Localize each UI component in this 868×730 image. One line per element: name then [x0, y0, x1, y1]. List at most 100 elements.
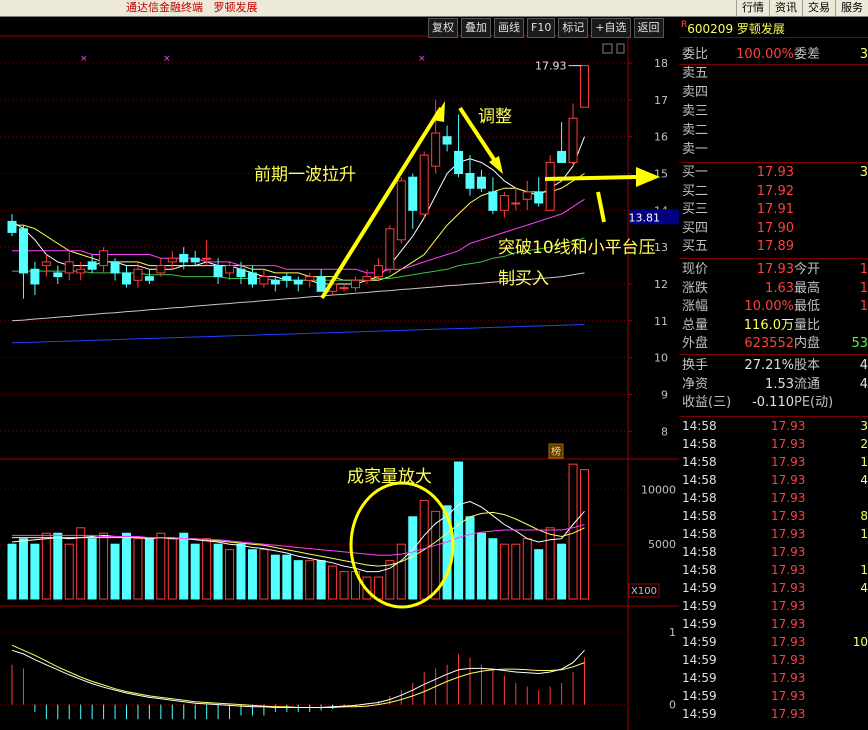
volume-bar	[339, 571, 349, 600]
volume-bar	[7, 543, 17, 600]
volume-tick-label: 10000	[641, 483, 676, 496]
buy-level-2: 买二 17.92	[681, 183, 868, 201]
candle	[64, 250, 74, 281]
volume-bar	[476, 532, 486, 600]
sell-label: 卖四	[682, 85, 709, 100]
candle	[408, 173, 418, 229]
draw-line-button[interactable]: 画线	[494, 18, 524, 38]
sell-level-2: 卖二	[681, 122, 868, 140]
buy-level-4: 买四 17.90	[681, 220, 868, 238]
price-tick-label: 18	[654, 57, 668, 70]
tick-row: 14:58 17.93 8	[681, 507, 868, 525]
high-price-marker: 17.93	[535, 60, 567, 73]
breakout-arrow	[544, 175, 639, 181]
volume-bar	[179, 532, 189, 600]
tick-row: 14:59 17.93	[681, 651, 868, 669]
volume-bar	[76, 527, 86, 600]
candle-body	[511, 202, 521, 205]
tick-row: 14:58 17.93 1	[681, 561, 868, 579]
tick-row: 14:58 17.93 4	[681, 471, 868, 489]
candle-body	[144, 276, 154, 281]
candle-body	[282, 276, 292, 281]
tick-row: 14:58 17.93	[681, 543, 868, 561]
candle-body	[293, 279, 303, 285]
candle	[373, 258, 383, 281]
menu-quotes[interactable]: 行情	[736, 0, 769, 16]
annotation-breakout: 突破10线和小平台压	[498, 238, 656, 258]
candle-body	[225, 265, 235, 274]
volume-bar	[465, 516, 475, 600]
volume-unit-label: X100	[631, 586, 657, 597]
stat2-label: 换手	[682, 358, 709, 373]
tick-row: 14:59 17.93	[681, 597, 868, 615]
stat-label-2: 最高	[794, 280, 821, 296]
tick-volume: 10	[852, 635, 868, 649]
tick-row: 14:58 17.93 3	[681, 417, 868, 435]
volume-bar	[30, 543, 40, 600]
volume-ma-line-2	[12, 524, 585, 556]
buy-price: 17.92	[756, 183, 794, 199]
overlay-button[interactable]: 叠加	[461, 18, 491, 38]
candle	[339, 283, 349, 292]
buy-label: 买二	[682, 183, 709, 199]
event-marker: ×	[80, 54, 88, 64]
stat2-value: 1.53	[765, 376, 794, 392]
macd-line-0	[11, 644, 585, 708]
stat2-value-2: 4	[859, 376, 868, 392]
menu-news[interactable]: 资讯	[769, 0, 802, 16]
tick-price: 17.93	[771, 617, 806, 631]
tick-time: 14:59	[682, 671, 717, 685]
back-button[interactable]: 返回	[633, 18, 664, 38]
tick-time: 14:59	[682, 617, 717, 631]
candle	[190, 250, 200, 266]
tick-row: 14:59 17.93	[681, 615, 868, 633]
stat-value: 623552	[744, 336, 794, 351]
candle-body	[76, 268, 86, 274]
volume-bar	[156, 532, 166, 600]
buy-price: 17.91	[756, 202, 794, 217]
divider	[679, 258, 868, 259]
candle-body	[373, 265, 383, 278]
candle	[53, 265, 63, 284]
mark-button[interactable]: 标记	[558, 18, 589, 38]
stock-header: R600209 罗顿发展	[681, 20, 785, 37]
volume-bar	[87, 538, 97, 600]
macd-line-1	[11, 649, 585, 708]
volume-bar	[580, 469, 589, 600]
candle-body	[259, 276, 269, 285]
candle	[316, 269, 326, 292]
stat2-row: 换手 27.21% 股本 4	[681, 357, 868, 375]
f10-button[interactable]: F10	[527, 18, 556, 38]
tick-time: 14:58	[682, 473, 717, 487]
pullback-arrowhead	[489, 156, 503, 174]
tick-row: 14:59 17.93 4	[681, 579, 868, 597]
tick-row: 14:59 17.93	[681, 669, 868, 687]
add-favorite-button[interactable]: +自选	[591, 18, 631, 38]
tick-time: 14:58	[682, 527, 717, 541]
candle-body	[396, 180, 406, 241]
candle-body	[64, 261, 74, 274]
sell-label: 卖三	[682, 104, 709, 119]
stat-value: 17.93	[756, 262, 794, 277]
chart-toolbar: 复权 叠加 画线 F10 标记 +自选 返回	[428, 18, 664, 38]
candle-body	[545, 161, 555, 211]
sell-label: 卖一	[682, 142, 709, 157]
menu-service[interactable]: 服务	[835, 0, 868, 16]
tick-time: 14:58	[682, 509, 717, 523]
kline-chart[interactable]: 8910111213141516171813.8117.93×××前期一波拉升调…	[0, 16, 679, 730]
candle	[293, 276, 303, 292]
volume-bar	[328, 565, 338, 600]
tick-time: 14:59	[682, 689, 717, 703]
volume-bar	[225, 549, 235, 600]
candle-body	[499, 195, 509, 211]
restore-rights-button[interactable]: 复权	[428, 18, 458, 38]
tick-volume: 4	[860, 473, 868, 487]
stat-row: 涨幅 10.00% 最低 1	[681, 298, 868, 316]
volume-bar	[373, 576, 383, 600]
sell-level-4: 卖四	[681, 84, 868, 102]
sell-label: 卖二	[682, 123, 709, 138]
volume-bar	[64, 543, 74, 600]
tick-price: 17.93	[771, 635, 806, 649]
menu-trade[interactable]: 交易	[802, 0, 835, 16]
candle-body	[18, 228, 28, 274]
